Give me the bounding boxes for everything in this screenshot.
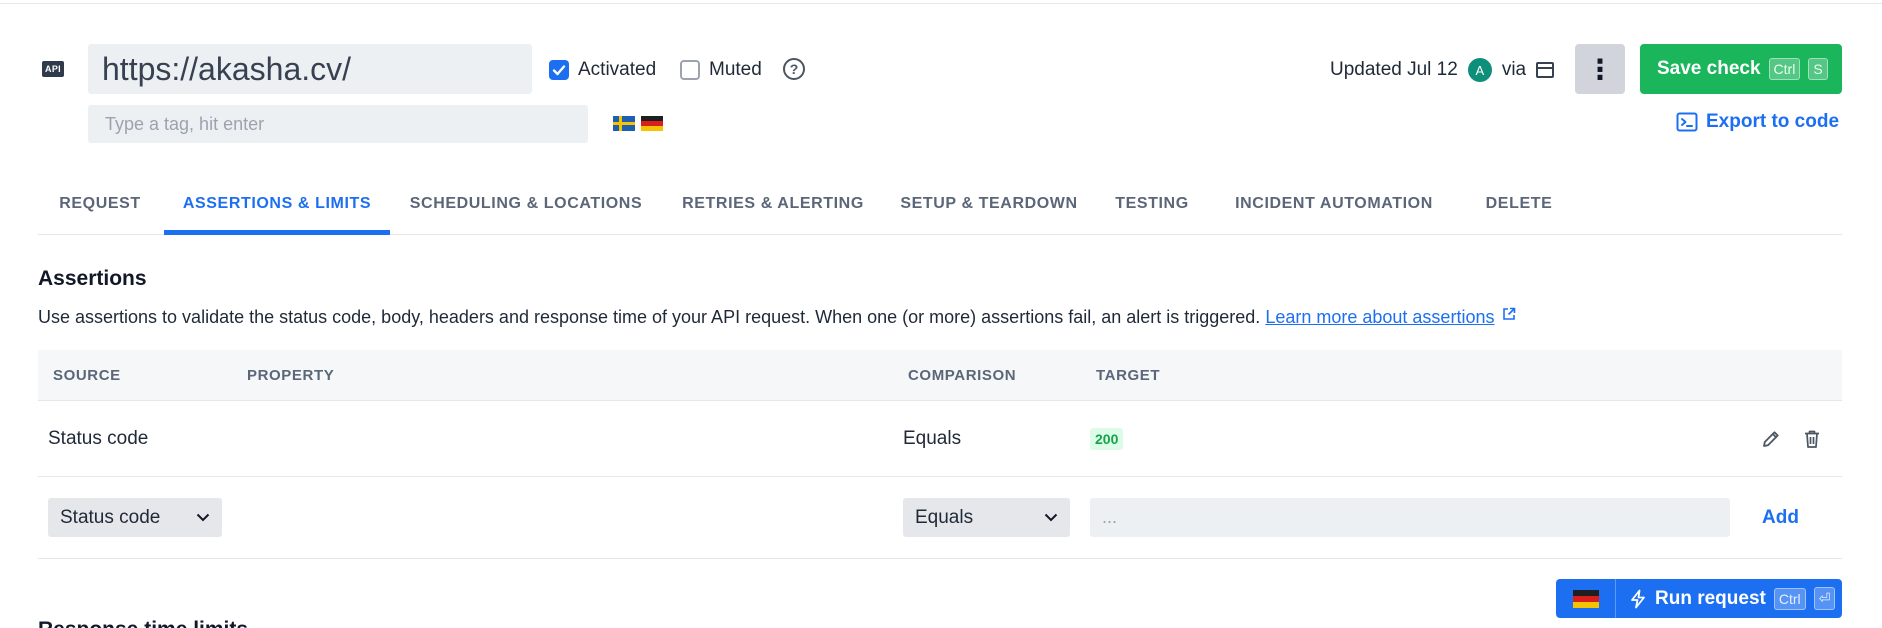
- status-badge: 200: [1090, 428, 1124, 450]
- tab-delete[interactable]: DELETE: [1468, 172, 1570, 235]
- assertions-description-text: Use assertions to validate the status co…: [38, 307, 1261, 327]
- run-request-button[interactable]: Run request Ctrl ⏎: [1616, 579, 1842, 618]
- tab-bar: REQUEST ASSERTIONS & LIMITS SCHEDULING &…: [38, 172, 1842, 235]
- edit-pencil-icon[interactable]: [1760, 428, 1782, 450]
- updated-info: Updated Jul 12 A via: [1330, 58, 1555, 82]
- table-row: Status code Equals 200: [38, 401, 1842, 477]
- tab-incident-automation[interactable]: INCIDENT AUTOMATION: [1220, 172, 1448, 235]
- save-check-button[interactable]: Save check Ctrl S: [1640, 44, 1842, 94]
- muted-checkbox[interactable]: Muted: [680, 59, 762, 81]
- tab-scheduling-locations[interactable]: SCHEDULING & LOCATIONS: [400, 172, 652, 235]
- comparison-select[interactable]: Equals: [903, 498, 1070, 537]
- calendar-icon: [1536, 62, 1555, 78]
- chevron-down-icon: [196, 513, 210, 522]
- trash-icon[interactable]: [1801, 428, 1823, 450]
- activated-label: Activated: [578, 59, 657, 80]
- learn-more-assertions-link[interactable]: Learn more about assertions: [1265, 307, 1494, 327]
- more-options-button[interactable]: ⋮: [1575, 44, 1625, 94]
- tab-setup-teardown[interactable]: SETUP & TEARDOWN: [894, 172, 1084, 235]
- external-link-icon: [1503, 307, 1516, 320]
- tab-assertions-limits[interactable]: ASSERTIONS & LIMITS: [164, 172, 390, 235]
- run-request-label: Run request: [1655, 587, 1766, 609]
- top-divider: [0, 0, 1882, 4]
- kbd-ctrl: Ctrl: [1768, 58, 1801, 80]
- flag-germany-icon[interactable]: [641, 116, 663, 131]
- updated-text: Updated Jul 12: [1330, 59, 1458, 80]
- new-assertion-row: Status code Equals ... Add: [38, 477, 1842, 559]
- export-to-code-label: Export to code: [1706, 111, 1840, 132]
- kbd-enter: ⏎: [1813, 587, 1836, 610]
- row-source: Status code: [48, 428, 149, 449]
- tab-retries-alerting[interactable]: RETRIES & ALERTING: [672, 172, 874, 235]
- via-text: via: [1501, 59, 1527, 80]
- table-header: SOURCE PROPERTY COMPARISON TARGET: [38, 350, 1842, 401]
- checkbox-checked-icon: [549, 60, 569, 80]
- tab-request[interactable]: REQUEST: [38, 172, 162, 235]
- export-to-code-link[interactable]: Export to code: [1676, 110, 1839, 134]
- chevron-down-icon: [1044, 513, 1058, 522]
- kbd-s: S: [1808, 58, 1828, 80]
- flag-sweden-icon[interactable]: [613, 116, 635, 131]
- column-comparison: COMPARISON: [908, 367, 1017, 384]
- muted-label: Muted: [709, 59, 762, 80]
- assertions-description: Use assertions to validate the status co…: [38, 307, 1516, 328]
- url-input[interactable]: https://akasha.cv/: [88, 44, 532, 94]
- response-time-limits-title: Response time limits: [38, 618, 248, 628]
- row-target: 200: [1090, 401, 1124, 477]
- column-property: PROPERTY: [247, 367, 335, 384]
- save-check-label: Save check: [1657, 58, 1761, 79]
- assertions-table: SOURCE PROPERTY COMPARISON TARGET Status…: [38, 350, 1842, 559]
- terminal-window-icon: [1676, 112, 1698, 132]
- row-comparison: Equals: [903, 428, 962, 449]
- run-request-group: Run request Ctrl ⏎: [1556, 579, 1842, 618]
- activated-checkbox[interactable]: Activated: [549, 59, 656, 81]
- comparison-select-value: Equals: [915, 506, 974, 528]
- tab-testing[interactable]: TESTING: [1104, 172, 1200, 235]
- checkbox-unchecked-icon: [680, 60, 700, 80]
- run-location-button[interactable]: [1556, 579, 1616, 618]
- avatar[interactable]: A: [1467, 58, 1492, 82]
- tag-input[interactable]: Type a tag, hit enter: [88, 105, 588, 143]
- assertions-title: Assertions: [38, 267, 147, 290]
- lightning-icon: [1631, 589, 1645, 608]
- source-select-value: Status code: [60, 506, 161, 528]
- api-type-icon: API: [42, 61, 64, 77]
- help-icon[interactable]: ?: [783, 58, 805, 80]
- add-assertion-button[interactable]: Add: [1762, 498, 1799, 537]
- target-input[interactable]: ...: [1090, 498, 1730, 537]
- column-source: SOURCE: [53, 367, 121, 384]
- column-target: TARGET: [1096, 367, 1161, 384]
- kbd-ctrl: Ctrl: [1773, 587, 1806, 610]
- flag-germany-icon: [1572, 589, 1599, 608]
- source-select[interactable]: Status code: [48, 498, 222, 537]
